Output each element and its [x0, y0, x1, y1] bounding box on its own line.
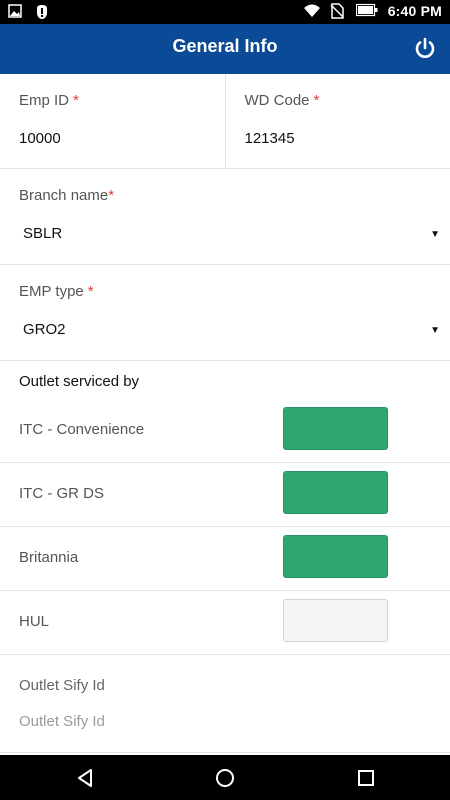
emp-type-value[interactable]: GRO2: [23, 321, 66, 338]
no-sim-icon: [330, 3, 346, 19]
recents-icon: [358, 770, 374, 786]
outlet-toggle-hul[interactable]: [283, 599, 388, 642]
navigation-bar: [0, 755, 450, 800]
page-title: General Info: [172, 36, 278, 56]
outlet-label: HUL: [19, 613, 50, 630]
outlet-sify-id-input[interactable]: [19, 713, 419, 730]
branch-name-select[interactable]: Branch name* SBLR ▼: [0, 169, 450, 265]
outlet-toggle-britannia[interactable]: [283, 535, 388, 578]
battery-icon: [355, 3, 378, 19]
outlet-sify-id-field: Outlet Sify Id: [0, 655, 450, 753]
notification-icon: [34, 4, 50, 20]
outlet-row-itc-convenience: ITC - Convenience: [0, 399, 450, 463]
home-icon: [216, 769, 234, 787]
required-mark: *: [73, 92, 79, 109]
dropdown-arrow-icon[interactable]: ▼: [430, 325, 440, 336]
required-mark: *: [87, 283, 94, 300]
id-row: Emp ID * 10000 WD Code * 121345: [0, 74, 450, 169]
status-time: 6:40 PM: [387, 3, 442, 19]
outlet-row-britannia: Britannia: [0, 527, 450, 591]
branch-name-value[interactable]: SBLR: [23, 225, 62, 242]
app-bar: General Info: [0, 24, 450, 74]
required-mark: *: [313, 92, 320, 109]
wd-code-value[interactable]: 121345: [245, 130, 295, 147]
outlet-label: ITC - Convenience: [19, 421, 145, 438]
back-icon: [78, 769, 92, 787]
wifi-icon: [303, 3, 320, 19]
outlet-toggle-itc-gr-ds[interactable]: [283, 471, 388, 514]
home-button[interactable]: [213, 766, 237, 790]
back-button[interactable]: [73, 766, 97, 790]
outlet-section-title: Outlet serviced by: [19, 373, 140, 390]
recents-button[interactable]: [354, 766, 378, 790]
status-bar: 6:40 PM: [0, 0, 450, 24]
emp-type-label: EMP type *: [19, 283, 94, 300]
required-mark: *: [108, 187, 115, 204]
power-icon: [415, 37, 435, 58]
emp-id-field[interactable]: Emp ID * 10000: [0, 74, 225, 168]
emp-type-select[interactable]: EMP type * GRO2 ▼: [0, 265, 450, 361]
outlet-label: Britannia: [19, 549, 79, 566]
emp-id-label: Emp ID *: [19, 92, 79, 109]
outlet-label: ITC - GR DS: [19, 485, 104, 502]
wd-code-field[interactable]: WD Code * 121345: [224, 74, 450, 168]
dropdown-arrow-icon[interactable]: ▼: [430, 229, 440, 240]
outlet-row-itc-gr-ds: ITC - GR DS: [0, 463, 450, 527]
image-icon: [8, 4, 24, 20]
form-content[interactable]: Emp ID * 10000 WD Code * 121345 Branch nam…: [0, 74, 450, 755]
power-button[interactable]: [412, 36, 438, 62]
branch-name-label: Branch name*: [19, 187, 115, 204]
outlet-row-hul: HUL: [0, 591, 450, 655]
outlet-toggle-itc-convenience[interactable]: [283, 407, 388, 450]
outlet-sify-id-label: Outlet Sify Id: [19, 677, 105, 694]
emp-id-value[interactable]: 10000: [19, 130, 61, 147]
wd-code-label: WD Code *: [244, 92, 320, 109]
